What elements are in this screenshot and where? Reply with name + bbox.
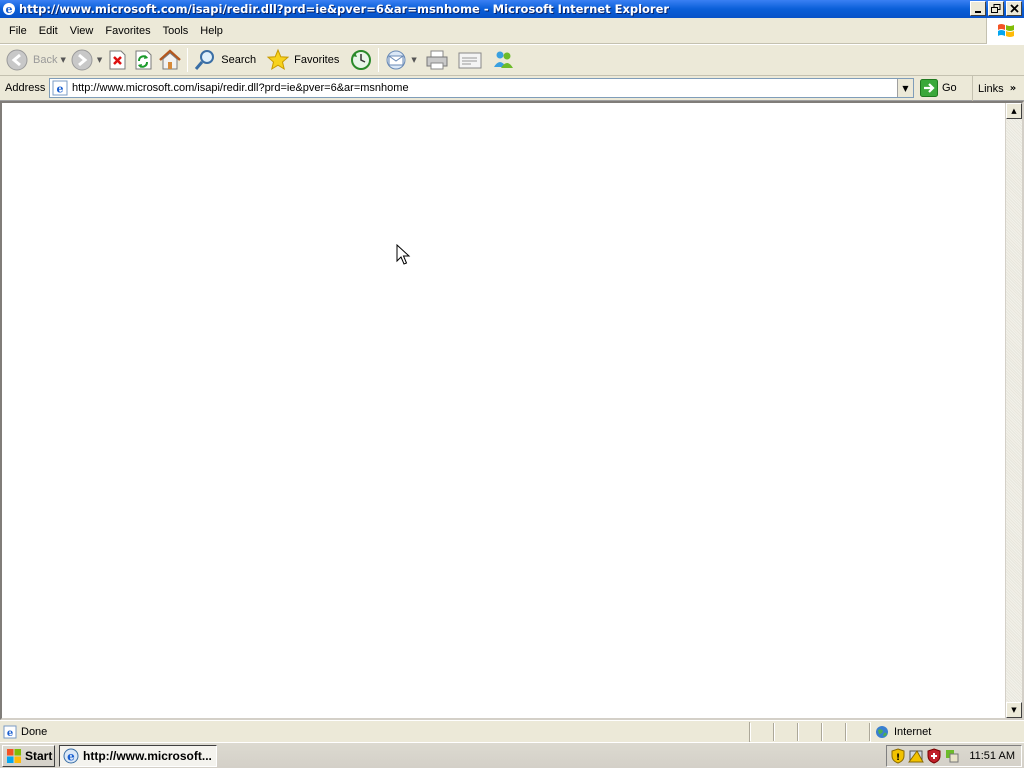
star-icon [266,48,290,71]
stop-button[interactable] [104,46,130,74]
restore-button[interactable] [988,1,1004,16]
security-shield-icon[interactable]: ! [890,748,906,764]
messenger-button[interactable] [489,46,517,74]
address-bar: Address e http://www.microsoft.com/isapi… [0,76,1024,101]
favorites-button[interactable]: Favorites [264,46,341,74]
stop-icon [109,50,126,70]
menu-view[interactable]: View [64,25,100,37]
antivirus-shield-icon[interactable] [926,748,942,764]
address-dropdown-icon[interactable]: ▼ [897,79,913,97]
network-alert-icon[interactable] [908,748,924,764]
go-arrow-icon [920,79,938,97]
status-cell [774,722,798,741]
links-label: Links [978,82,1004,95]
print-button[interactable] [423,46,451,74]
close-icon [1009,4,1019,13]
home-icon [159,49,182,70]
taskbar-ie-button[interactable]: e http://www.microsoft... [59,744,217,767]
mail-button[interactable]: ▼ [382,46,418,74]
status-text: Done [21,725,48,738]
chevron-right-icon[interactable]: » [1010,83,1016,94]
address-url: http://www.microsoft.com/isapi/redir.dll… [72,82,409,94]
status-cell [822,722,846,741]
system-tray: ! 11:51 AM [886,745,1022,767]
status-cell [750,722,774,741]
status-cell [798,722,822,741]
zone-label: Internet [894,725,932,738]
taskbar-ie-label: http://www.microsoft... [83,748,212,763]
scroll-down-button[interactable]: ▼ [1006,702,1022,718]
taskbar: Start e http://www.microsoft... ! 11:51 … [0,742,1024,768]
forward-button[interactable]: ▼ [68,46,104,74]
menu-favorites[interactable]: Favorites [99,25,156,37]
address-input[interactable]: e http://www.microsoft.com/isapi/redir.d… [49,78,914,98]
back-arrow-icon [6,49,28,71]
search-button[interactable]: Search [191,46,258,74]
start-button[interactable]: Start [2,744,55,767]
windows-logo-icon [7,748,21,763]
back-button[interactable]: Back ▼ [3,46,68,74]
refresh-button[interactable] [130,46,156,74]
page-done-icon: e [3,725,17,739]
printer-icon [426,50,448,70]
mouse-pointer-icon [396,244,411,265]
menu-file[interactable]: File [3,25,33,37]
search-icon [195,50,215,70]
update-tray-icon[interactable] [944,748,960,764]
page-icon: e [52,80,68,96]
windows-flag-icon [986,18,1024,44]
scroll-up-button[interactable]: ▲ [1006,103,1022,119]
svg-text:e: e [57,83,64,96]
address-label: Address [5,82,46,94]
favorites-label: Favorites [294,54,340,66]
internet-globe-icon [876,725,888,738]
menu-bar: File Edit View Favorites Tools Help [0,18,1024,44]
forward-arrow-icon [71,49,93,71]
start-label: Start [25,748,53,763]
svg-text:e: e [6,3,13,16]
edit-document-icon [458,52,482,69]
title-bar[interactable]: e http://www.microsoft.com/isapi/redir.d… [0,0,1024,18]
ie-window: e http://www.microsoft.com/isapi/redir.d… [0,0,1024,768]
mail-icon [386,50,406,70]
restore-icon [991,4,1001,13]
window-controls [970,1,1022,16]
status-cell [846,722,870,741]
ie-logo-icon: e [63,748,79,763]
svg-text:!: ! [896,753,900,763]
security-zone[interactable]: Internet [870,721,1024,742]
toolbar-separator [378,48,380,72]
clock[interactable]: 11:51 AM [969,750,1015,762]
forward-dropdown-icon[interactable]: ▼ [97,56,102,64]
status-main: e Done [0,721,750,742]
menu-edit[interactable]: Edit [33,25,64,37]
search-label: Search [221,54,257,66]
back-dropdown-icon[interactable]: ▼ [60,56,65,64]
history-button[interactable] [347,46,375,74]
minimize-button[interactable] [970,1,986,16]
messenger-icon [493,51,513,68]
menu-help[interactable]: Help [194,25,229,37]
menu-tools[interactable]: Tools [157,25,195,37]
history-icon [351,50,372,70]
go-button[interactable]: Go [920,79,957,97]
page-content[interactable]: ▲ ▼ [0,101,1024,720]
mail-dropdown-icon[interactable]: ▼ [411,56,416,64]
back-label: Back [33,54,58,66]
svg-text:e: e [67,749,75,763]
edit-button[interactable] [455,46,485,74]
home-button[interactable] [156,46,184,74]
window-title: http://www.microsoft.com/isapi/redir.dll… [19,2,670,16]
vertical-scrollbar[interactable]: ▲ ▼ [1005,103,1022,718]
go-label: Go [942,82,957,94]
status-bar: e Done Internet [0,720,1024,742]
toolbar-separator [187,48,189,72]
close-button[interactable] [1006,1,1022,16]
ie-logo-icon: e [3,3,15,16]
svg-text:e: e [7,728,13,739]
refresh-icon [135,50,152,70]
standard-toolbar: Back ▼ ▼ Search Favorites ▼ [0,44,1024,76]
links-toolbar[interactable]: Links » [972,76,1024,101]
minimize-icon [975,10,981,13]
